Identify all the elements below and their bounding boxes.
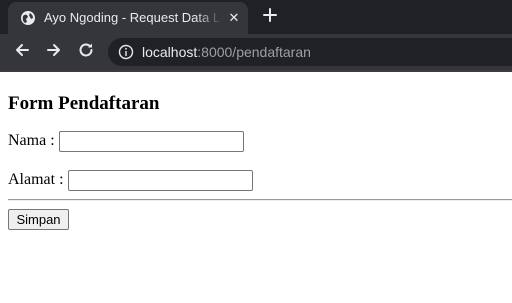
url-text: localhost:8000/pendaftaran: [142, 44, 311, 62]
forward-button[interactable]: [42, 40, 66, 64]
alamat-label: Alamat :: [8, 171, 64, 188]
address-bar[interactable]: localhost:8000/pendaftaran: [108, 38, 512, 66]
plus-icon: [262, 7, 278, 28]
close-icon[interactable]: ✕: [226, 10, 242, 26]
simpan-button[interactable]: Simpan: [8, 209, 69, 230]
url-path: :8000/pendaftaran: [197, 44, 311, 60]
browser-toolbar: localhost:8000/pendaftaran: [0, 34, 512, 70]
browser-tab[interactable]: Ayo Ngoding - Request Data Laravel ✕: [8, 2, 248, 34]
reload-button[interactable]: [74, 40, 98, 64]
browser-tabstrip: Ayo Ngoding - Request Data Laravel ✕: [0, 0, 512, 34]
page-content: Form Pendaftaran Nama : Alamat : Simpan: [0, 72, 512, 303]
globe-icon: [20, 10, 36, 26]
nama-label: Nama :: [8, 132, 55, 149]
new-tab-button[interactable]: [258, 5, 282, 29]
divider: [8, 199, 512, 201]
alamat-input[interactable]: [68, 170, 253, 191]
reload-icon: [77, 41, 95, 64]
arrow-left-icon: [13, 41, 31, 64]
arrow-right-icon: [45, 41, 63, 64]
nama-input[interactable]: [59, 131, 244, 152]
back-button[interactable]: [10, 40, 34, 64]
url-host: localhost: [142, 44, 198, 60]
page-title: Form Pendaftaran: [8, 93, 160, 114]
info-icon[interactable]: [118, 44, 134, 60]
tab-title: Ayo Ngoding - Request Data Laravel: [44, 10, 222, 25]
